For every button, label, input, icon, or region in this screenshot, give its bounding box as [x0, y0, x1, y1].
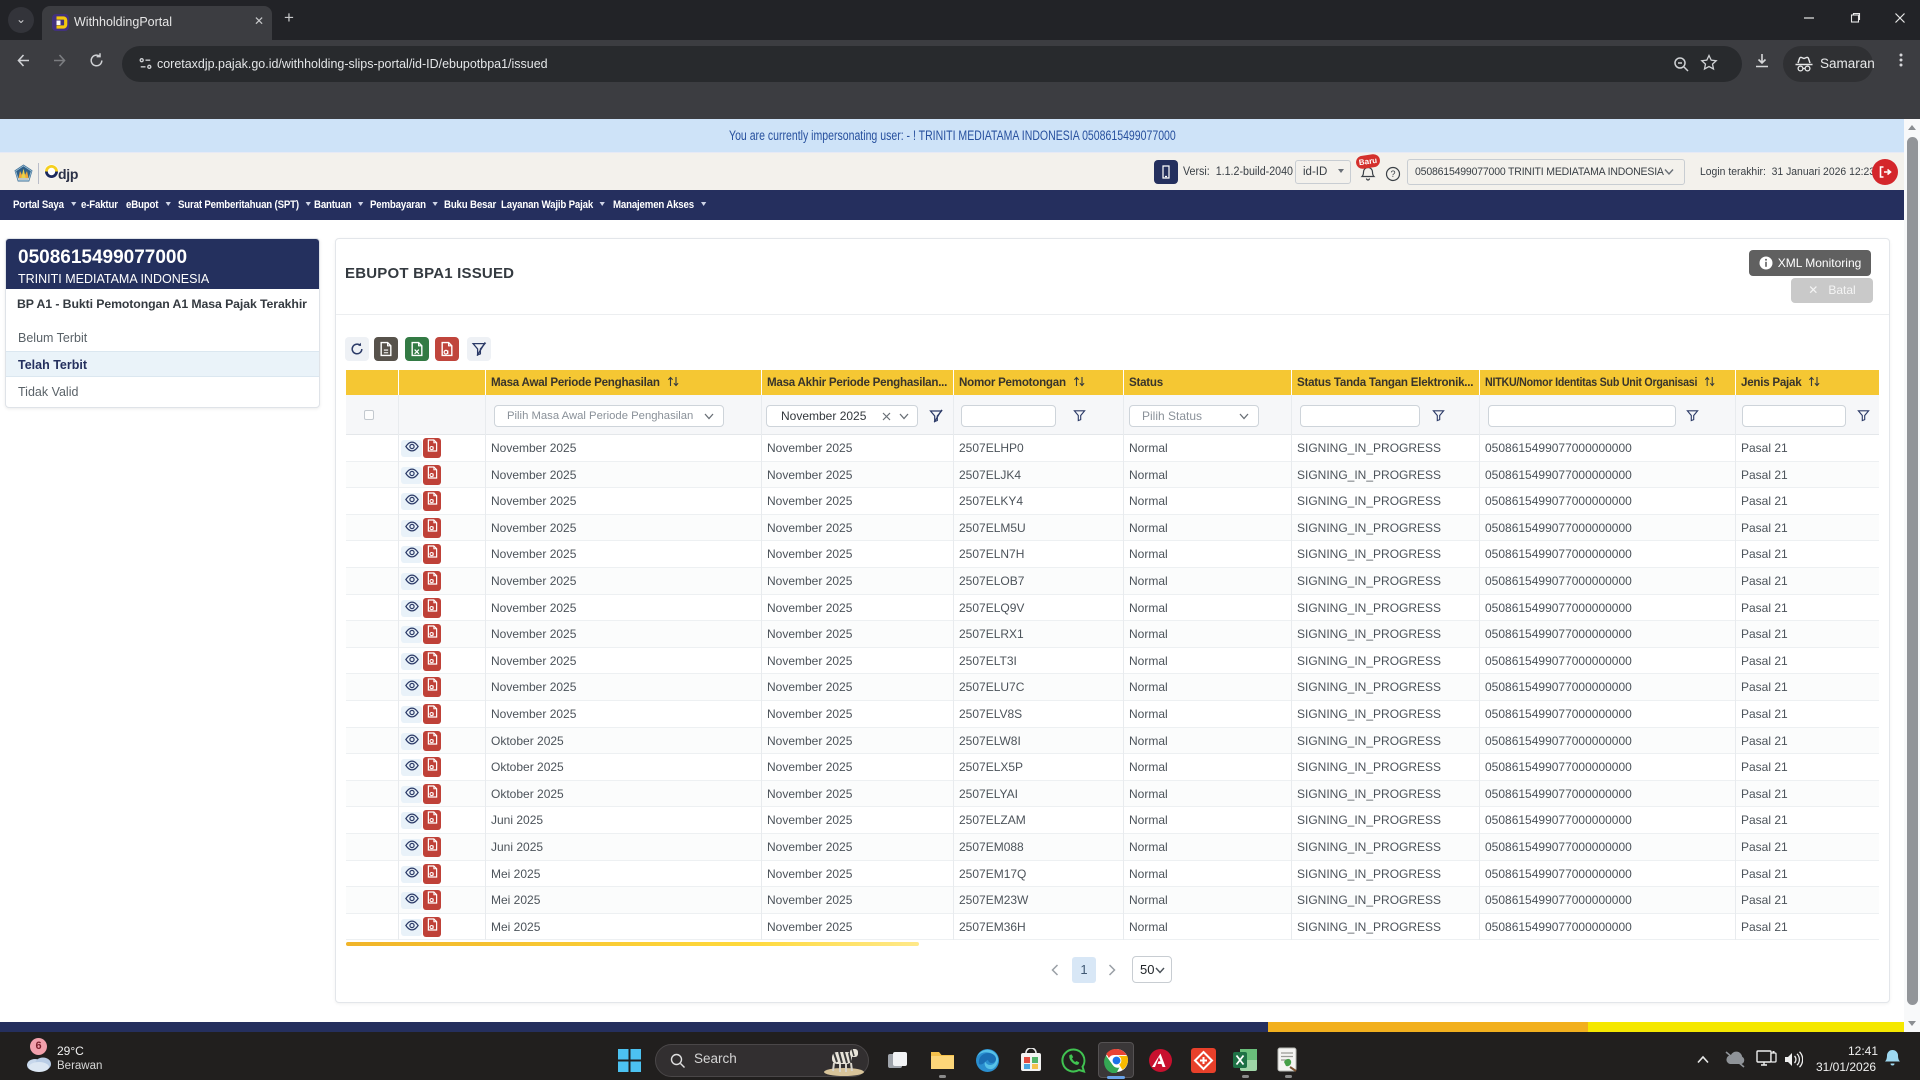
svg-text:?: ?	[1391, 169, 1396, 179]
